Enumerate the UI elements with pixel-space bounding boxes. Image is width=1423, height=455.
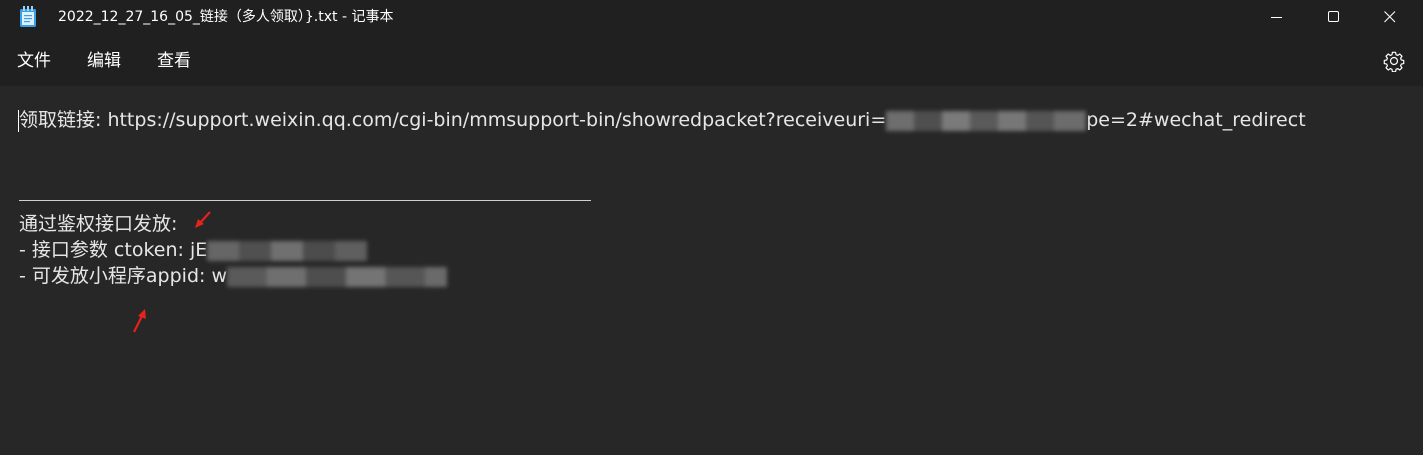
text-editor[interactable]: 领取链接: https://support.weixin.qq.com/cgi-… [0,86,1423,455]
text-line-receive-link: 领取链接: https://support.weixin.qq.com/cgi-… [19,108,1306,132]
annotation-arrow-icon [193,210,213,234]
menu-edit[interactable]: 编辑 [87,51,121,71]
close-icon [1384,8,1396,27]
redacted-block [886,110,1087,131]
minimize-icon [1271,8,1283,27]
window-title: 2022_12_27_16_05_链接（多人领取）}.txt - 记事本 [58,9,394,25]
notepad-window: 2022_12_27_16_05_链接（多人领取）}.txt - 记事本 文件 … [0,0,1423,455]
appid-text: - 可发放小程序appid: w [19,265,227,287]
text-line-ctoken: - 接口参数 ctoken: jE [19,238,368,262]
minimize-button[interactable] [1254,0,1300,34]
receive-link-text: 领取链接: https://support.weixin.qq.com/cgi-… [19,109,887,131]
menu-file[interactable]: 文件 [17,51,51,71]
notepad-icon [19,6,37,28]
menu-view[interactable]: 查看 [157,51,191,71]
receive-link-suffix: pe=2#wechat_redirect [1086,109,1306,131]
close-button[interactable] [1367,0,1413,34]
title-bar[interactable]: 2022_12_27_16_05_链接（多人领取）}.txt - 记事本 [0,0,1423,34]
text-line-auth-heading: 通过鉴权接口发放: [19,213,178,235]
text-line-appid: - 可发放小程序appid: w [19,264,447,288]
maximize-icon [1328,8,1340,27]
separator-line [19,200,591,201]
redacted-block [226,266,447,287]
maximize-button[interactable] [1311,0,1357,34]
annotation-arrow-icon [130,308,150,338]
redacted-block [207,240,368,261]
ctoken-text: - 接口参数 ctoken: jE [19,239,208,261]
menu-bar: 文件 编辑 查看 [0,34,1423,86]
gear-icon[interactable] [1383,50,1405,73]
